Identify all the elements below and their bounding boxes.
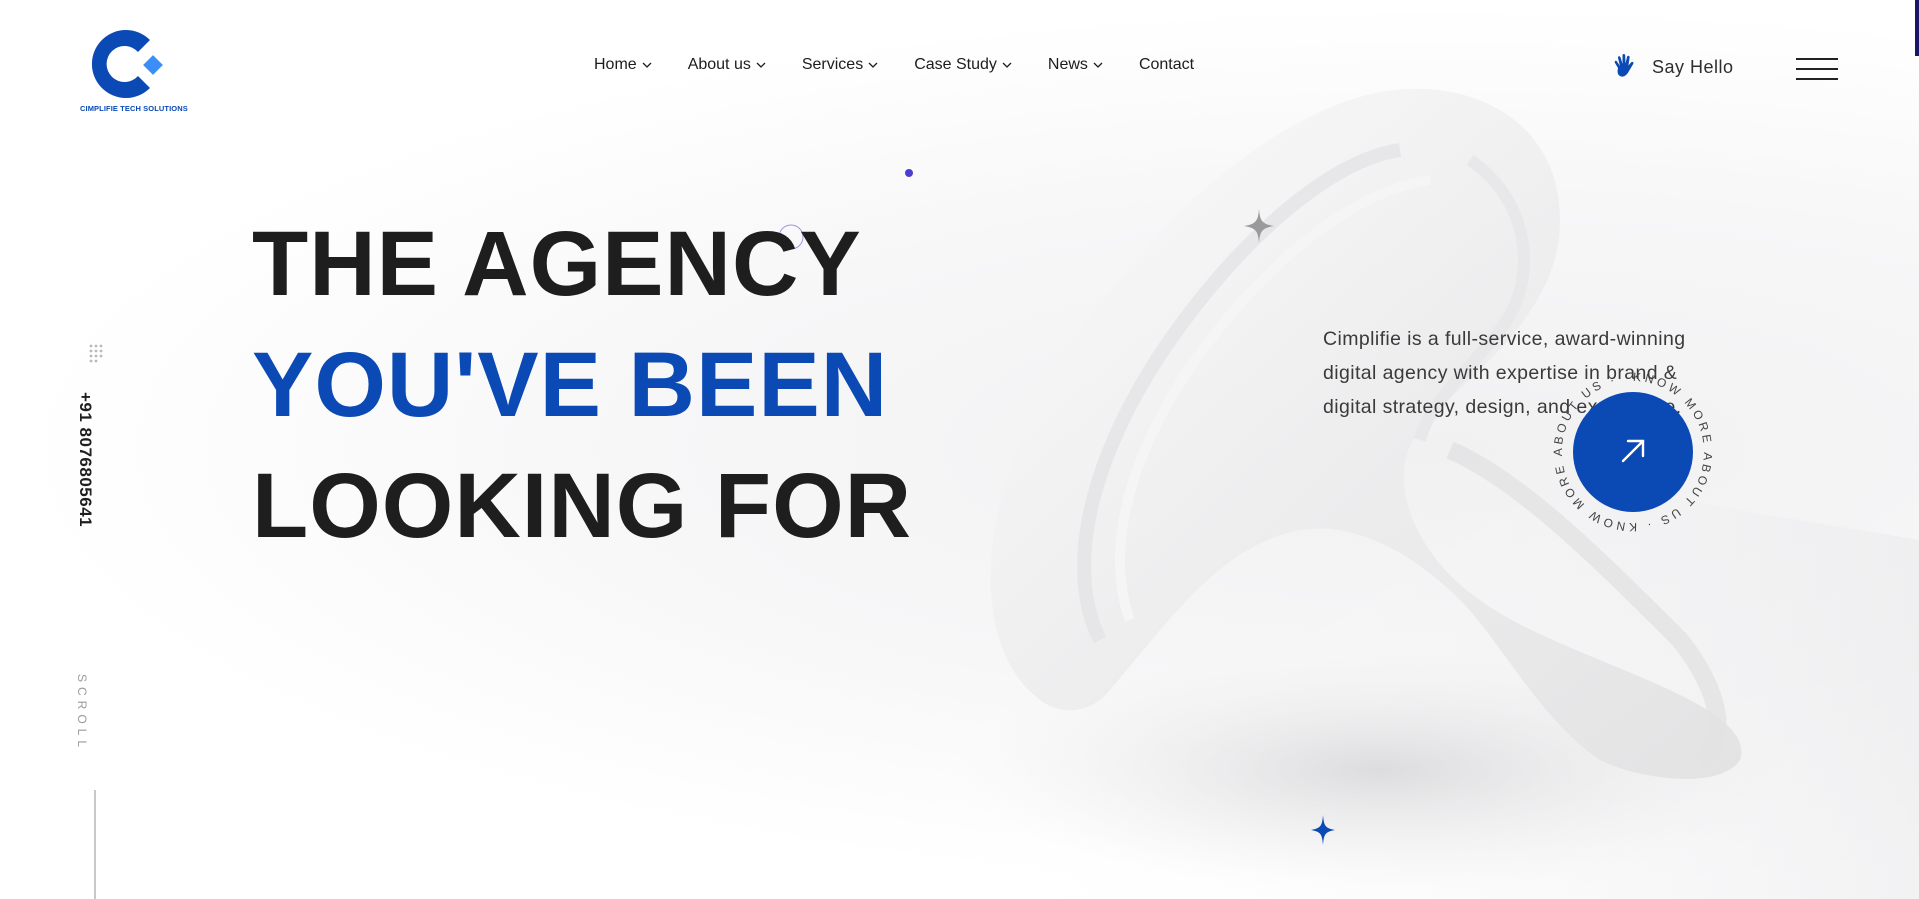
nav-label: Services [801, 56, 864, 73]
logo-text: CIMPLIFIE TECH SOLUTIONS [80, 104, 188, 113]
nav-item-news[interactable]: News [1048, 56, 1104, 74]
hero-heading-line-2: YOU'VE BEEN [252, 334, 889, 436]
chevron-down-icon [868, 62, 878, 68]
nav-item-contact[interactable]: Contact [1139, 56, 1194, 74]
say-hello-label: Say Hello [1652, 56, 1734, 77]
nav-label: About us [687, 56, 751, 73]
nav-item-services[interactable]: Services [802, 56, 879, 74]
nav-label: Home [594, 56, 637, 73]
nav-item-case-study[interactable]: Case Study [914, 56, 1013, 74]
sparkle-icon [1244, 209, 1274, 243]
logo[interactable]: CIMPLIFIE TECH SOLUTIONS [78, 26, 190, 116]
page-scroll-indicator[interactable] [1915, 0, 1919, 56]
hero-heading-line-3: LOOKING FOR [252, 455, 913, 557]
phone-number-link[interactable]: +91 8076805641 [75, 392, 95, 527]
nav-item-about[interactable]: About us [688, 56, 767, 74]
hamburger-icon [1796, 78, 1838, 80]
scroll-label: SCROLL [75, 674, 89, 753]
arrow-up-right-icon [1621, 439, 1645, 463]
chevron-down-icon [642, 62, 652, 68]
nav-label: Case Study [914, 56, 997, 73]
hamburger-menu-button[interactable] [1796, 58, 1838, 80]
nav-label: News [1047, 56, 1088, 73]
page: CIMPLIFIE TECH SOLUTIONS Home About us S… [0, 0, 1919, 899]
hamburger-icon [1796, 58, 1838, 60]
say-hello-link[interactable]: Say Hello [1610, 52, 1734, 82]
chevron-down-icon [756, 62, 766, 68]
scroll-line [94, 790, 96, 899]
main-nav: Home About us Services Case Study News C… [594, 56, 1194, 74]
know-more-button[interactable]: KNOW MORE ABOUT US · KNOW MORE ABOUT US … [1540, 362, 1720, 542]
hamburger-icon [1796, 68, 1838, 70]
dots-grid-icon [89, 344, 103, 363]
hero-heading-line-1: THE AGENCY [252, 213, 862, 315]
logo-mark-icon [91, 29, 163, 98]
nav-item-home[interactable]: Home [594, 56, 653, 74]
chevron-down-icon [1002, 62, 1012, 68]
nav-label: Contact [1138, 56, 1195, 73]
sparkle-icon [1311, 815, 1335, 845]
chevron-down-icon [1093, 62, 1103, 68]
waving-hand-icon [1614, 54, 1634, 77]
dot-icon [905, 169, 913, 177]
